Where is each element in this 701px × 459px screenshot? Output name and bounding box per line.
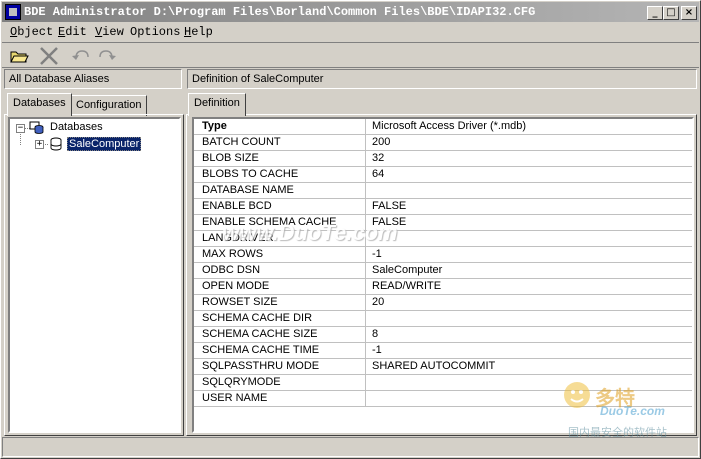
table-row[interactable]: SCHEMA CACHE TIME -1 xyxy=(194,343,692,359)
property-value[interactable]: READ/WRITE xyxy=(372,280,441,292)
property-name: SQLQRYMODE xyxy=(194,375,366,390)
property-name: Type xyxy=(194,119,366,134)
property-value[interactable]: 32 xyxy=(372,152,384,164)
menu-options[interactable]: Options xyxy=(130,25,180,39)
table-row[interactable]: ROWSET SIZE 20 xyxy=(194,295,692,311)
undo-icon[interactable] xyxy=(70,46,92,66)
property-name: OPEN MODE xyxy=(194,279,366,294)
redo-icon[interactable] xyxy=(96,46,118,66)
property-name: ODBC DSN xyxy=(194,263,366,278)
delete-x-icon[interactable] xyxy=(38,46,60,66)
property-name: SQLPASSTHRU MODE xyxy=(194,359,366,374)
table-row[interactable]: SCHEMA CACHE SIZE 8 xyxy=(194,327,692,343)
watermark-brand-en: DuoTe.com xyxy=(600,404,665,418)
table-row[interactable]: DATABASE NAME xyxy=(194,183,692,199)
collapse-icon[interactable]: − xyxy=(16,124,25,133)
table-row[interactable]: Type Microsoft Access Driver (*.mdb) xyxy=(194,119,692,135)
property-name: ROWSET SIZE xyxy=(194,295,366,310)
table-row[interactable]: MAX ROWS -1 xyxy=(194,247,692,263)
tab-configuration[interactable]: Configuration xyxy=(70,95,148,116)
menu-object[interactable]: Object xyxy=(10,25,53,39)
property-value[interactable]: Microsoft Access Driver (*.mdb) xyxy=(372,120,526,132)
property-name: BATCH COUNT xyxy=(194,135,366,150)
property-value[interactable]: -1 xyxy=(372,344,382,356)
menu-help[interactable]: Help xyxy=(184,25,213,39)
property-value[interactable]: 8 xyxy=(372,328,378,340)
aliases-header: All Database Aliases xyxy=(4,69,182,89)
menu-view[interactable]: View xyxy=(95,25,124,39)
status-bar xyxy=(2,437,699,457)
minimize-button[interactable]: _ xyxy=(647,6,663,20)
database-icon xyxy=(49,137,63,152)
app-icon[interactable] xyxy=(5,4,21,20)
definition-header: Definition of SaleComputer xyxy=(187,69,697,89)
definition-table: Type Microsoft Access Driver (*.mdb) BATCH… xyxy=(194,119,692,407)
maximize-button[interactable]: □ xyxy=(663,6,679,20)
menu-bar: Object Edit View Options Help xyxy=(2,22,699,42)
logo-icon xyxy=(564,382,590,408)
property-value[interactable]: 64 xyxy=(372,168,384,180)
property-value[interactable]: FALSE xyxy=(372,200,406,212)
property-name: SCHEMA CACHE TIME xyxy=(194,343,366,358)
property-name: DATABASE NAME xyxy=(194,183,366,198)
close-button[interactable]: × xyxy=(681,6,697,20)
property-name: BLOB SIZE xyxy=(194,151,366,166)
property-value[interactable]: 200 xyxy=(372,136,390,148)
databases-icon xyxy=(29,121,45,135)
tab-definition[interactable]: Definition xyxy=(188,93,246,116)
tab-databases[interactable]: Databases xyxy=(7,93,72,116)
property-name: USER NAME xyxy=(194,391,366,406)
table-row[interactable]: BLOBS TO CACHE 64 xyxy=(194,167,692,183)
window-title: BDE Administrator D:\Program Files\Borla… xyxy=(24,5,536,19)
property-value[interactable]: SHARED AUTOCOMMIT xyxy=(372,360,495,372)
table-row[interactable]: SCHEMA CACHE DIR xyxy=(194,311,692,327)
expand-icon[interactable]: + xyxy=(35,140,44,149)
property-name: ENABLE BCD xyxy=(194,199,366,214)
property-value[interactable]: 20 xyxy=(372,296,384,308)
property-name: SCHEMA CACHE SIZE xyxy=(194,327,366,342)
table-row[interactable]: BATCH COUNT 200 xyxy=(194,135,692,151)
title-bar[interactable]: BDE Administrator D:\Program Files\Borla… xyxy=(2,2,699,22)
tree-connector xyxy=(20,132,21,145)
open-folder-icon[interactable] xyxy=(8,46,30,66)
table-row[interactable]: ENABLE BCD FALSE xyxy=(194,199,692,215)
table-row[interactable]: OPEN MODE READ/WRITE xyxy=(194,279,692,295)
menu-edit[interactable]: Edit xyxy=(58,25,87,39)
property-value[interactable]: -1 xyxy=(372,248,382,260)
table-row[interactable]: BLOB SIZE 32 xyxy=(194,151,692,167)
property-name: MAX ROWS xyxy=(194,247,366,262)
watermark-logo: 多特 DuoTe.com 国内最安全的软件站 xyxy=(560,378,698,439)
property-name: BLOBS TO CACHE xyxy=(194,167,366,182)
property-name: SCHEMA CACHE DIR xyxy=(194,311,366,326)
tree-root-databases[interactable]: Databases xyxy=(50,121,103,133)
toolbar xyxy=(2,42,699,68)
table-row[interactable]: ODBC DSN SaleComputer xyxy=(194,263,692,279)
database-tree[interactable]: − Databases + SaleComputer xyxy=(8,117,181,433)
table-row[interactable]: SQLPASSTHRU MODE SHARED AUTOCOMMIT xyxy=(194,359,692,375)
tree-item-salecomputer[interactable]: SaleComputer xyxy=(67,137,142,151)
watermark-text: www.DuoTe.com xyxy=(222,220,398,245)
property-value[interactable]: SaleComputer xyxy=(372,264,442,276)
